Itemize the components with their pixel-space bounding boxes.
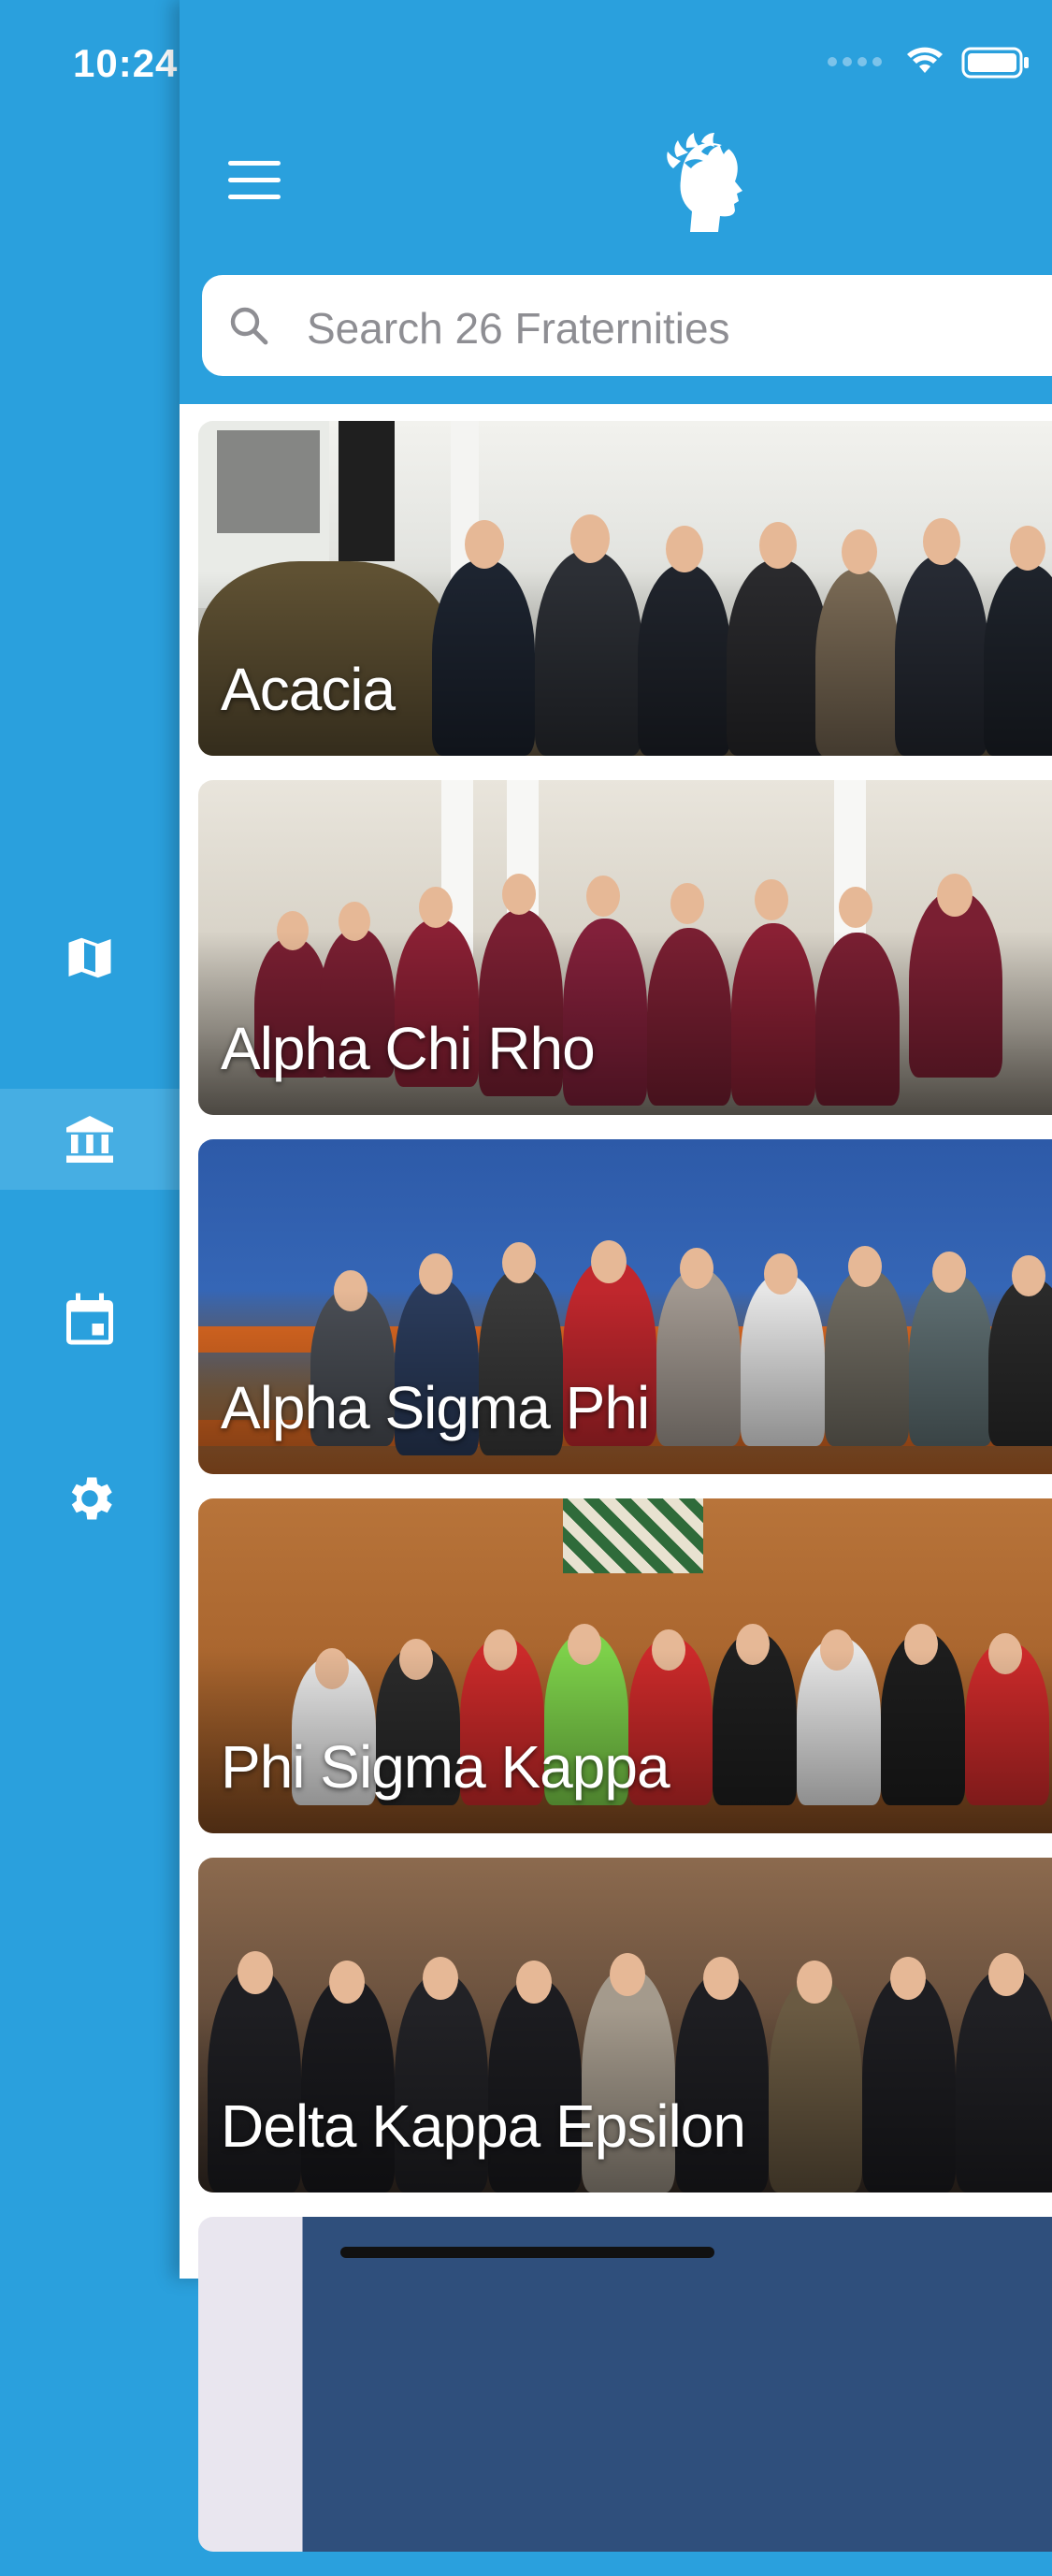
search-bar[interactable]: Search 26 Fraternities — [202, 275, 1052, 376]
header-bar: Search 26 Fraternities — [180, 0, 1052, 404]
home-indicator — [340, 2247, 714, 2258]
rail-item-calendar[interactable] — [0, 1268, 180, 1369]
main-panel: Search 26 Fraternities Acacia Alpha Chi … — [180, 0, 1052, 2552]
laurel-head-logo-icon — [667, 133, 742, 232]
fraternity-card[interactable]: Delta Kappa Epsilon — [198, 1858, 1052, 2192]
gear-icon — [71, 1477, 112, 1520]
signal-dots-icon — [828, 57, 882, 66]
fraternity-name: Phi Sigma Kappa — [221, 1733, 670, 1801]
fraternity-name: Acacia — [221, 656, 396, 723]
card-photo — [198, 2217, 1052, 2552]
building-columns-icon — [66, 1116, 113, 1163]
fraternity-card[interactable]: Alpha Chi Rho — [198, 780, 1052, 1115]
status-indicators — [828, 47, 1029, 79]
fraternity-card[interactable]: Alpha Sigma Phi — [198, 1139, 1052, 1474]
menu-button[interactable] — [228, 159, 284, 202]
battery-icon — [961, 47, 1029, 79]
fraternity-name: Alpha Chi Rho — [221, 1015, 596, 1082]
fraternity-card-partial[interactable] — [198, 2217, 1052, 2552]
rail-item-settings[interactable] — [0, 1448, 180, 1549]
status-time: 10:24 — [73, 41, 179, 85]
search-input[interactable]: Search 26 Fraternities — [307, 303, 730, 354]
fraternity-name: Delta Kappa Epsilon — [221, 2092, 746, 2160]
calendar-icon — [66, 1293, 113, 1345]
wifi-icon — [907, 47, 943, 73]
nav-rail: 10:24 — [0, 0, 180, 2279]
fraternity-card[interactable]: Phi Sigma Kappa — [198, 1498, 1052, 1833]
fraternity-name: Alpha Sigma Phi — [221, 1374, 650, 1441]
fraternity-card[interactable]: Acacia — [198, 421, 1052, 756]
map-icon — [68, 937, 111, 978]
rail-item-fraternities[interactable] — [0, 1089, 180, 1190]
rail-item-map[interactable] — [0, 907, 180, 1008]
search-icon — [230, 307, 268, 345]
